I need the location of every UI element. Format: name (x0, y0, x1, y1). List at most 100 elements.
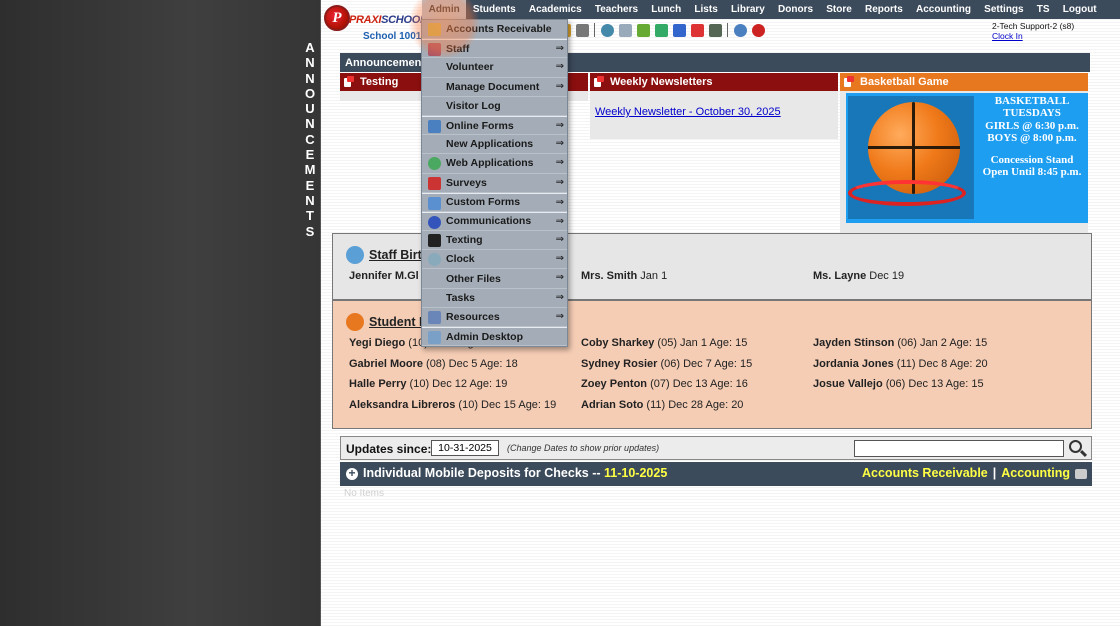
power-icon[interactable] (751, 23, 765, 37)
announcement-header[interactable]: Basketball Game (840, 73, 1088, 91)
resources-icon (428, 310, 441, 324)
flyer-line: Concession Stand (990, 154, 1074, 167)
birthday-name[interactable]: Gabriel Moore (349, 358, 423, 370)
menu-item-manage-document[interactable]: Manage Document ⇒ (422, 78, 567, 97)
submenu-arrow-icon: ⇒ (555, 43, 564, 55)
menu-item-staff[interactable]: Staff ⇒ (422, 39, 567, 59)
birthday-name[interactable]: Yegi Diego (349, 337, 405, 349)
deposit-links: Accounts Receivable | Accounting (862, 466, 1070, 480)
submenu-arrow-icon: ⇒ (555, 310, 564, 322)
nav-donors[interactable]: Donors (771, 0, 819, 19)
birthday-info: (06) Jan 2 Age: 15 (894, 337, 988, 349)
nav-library[interactable]: Library (724, 0, 771, 19)
menu-item-tasks[interactable]: Tasks ⇒ (422, 289, 567, 308)
help-icon[interactable] (733, 23, 747, 37)
birthday-name[interactable]: Aleksandra Libreros (349, 399, 455, 411)
flyer-line: GIRLS @ 6:30 p.m. (985, 119, 1079, 132)
menu-item-resources[interactable]: Resources ⇒ (422, 308, 567, 327)
vertical-announcements-label: ANNOUNCEMENTS (302, 40, 318, 239)
menu-item-label: Online Forms (446, 119, 514, 132)
birthday-name[interactable]: Jennifer M.Gl (349, 270, 419, 282)
person-icon[interactable] (575, 23, 589, 37)
birthday-name[interactable]: Coby Sharkey (581, 337, 654, 349)
vertical-letter: U (305, 101, 315, 117)
logo[interactable]: P PRAXISCHOOL School 1001 (323, 3, 427, 42)
ap-icon[interactable] (672, 23, 686, 37)
submenu-arrow-icon: ⇒ (555, 176, 564, 188)
printer-icon[interactable] (654, 23, 668, 37)
menu-item-label: Clock (446, 253, 475, 266)
submenu-arrow-icon: ⇒ (555, 119, 564, 131)
nav-students[interactable]: Students (466, 0, 522, 19)
menu-item-communications[interactable]: Communications ⇒ (422, 211, 567, 232)
app-window: P PRAXISCHOOL School 1001 Admin Students A… (320, 0, 1120, 626)
card-icon[interactable] (636, 23, 650, 37)
nav-accounting[interactable]: Accounting (909, 0, 977, 19)
nav-lists[interactable]: Lists (688, 0, 725, 19)
menu-item-surveys[interactable]: Surveys ⇒ (422, 174, 567, 193)
search-icon[interactable] (1068, 439, 1088, 459)
clock-in-link[interactable]: Clock In (992, 31, 1023, 41)
expand-plus-icon[interactable]: + (346, 467, 358, 480)
nav-logout[interactable]: Logout (1056, 0, 1103, 19)
menu-item-clock[interactable]: Clock ⇒ (422, 250, 567, 270)
announcement-panel-newsletters: Weekly Newsletters Weekly Newsletter - O… (590, 73, 838, 139)
menu-item-visitor-log[interactable]: Visitor Log (422, 97, 567, 116)
updates-bar: Updates since: (Change Dates to show pri… (340, 436, 1092, 460)
newsletter-link[interactable]: Weekly Newsletter - October 30, 2025 (595, 106, 781, 118)
menu-item-volunteer[interactable]: Volunteer ⇒ (422, 58, 567, 78)
announcement-title: Testing (360, 76, 399, 88)
nav-lunch[interactable]: Lunch (645, 0, 688, 19)
submenu-arrow-icon: ⇒ (555, 291, 564, 303)
toolbar-separator (727, 23, 728, 37)
link-separator: | (992, 466, 997, 480)
birthday-name[interactable]: Ms. Layne (813, 270, 866, 282)
birthday-info: (08) Dec 5 Age: 18 (422, 357, 518, 370)
birthday-name[interactable]: Mrs. Smith (581, 270, 637, 282)
nav-settings[interactable]: Settings (978, 0, 1031, 19)
updates-label: Updates since: (346, 442, 432, 456)
menu-item-new-applications[interactable]: New Applications ⇒ (422, 135, 567, 155)
clock-icon[interactable] (600, 23, 614, 37)
nav-reports[interactable]: Reports (858, 0, 909, 19)
menu-item-admin-desktop[interactable]: Admin Desktop (422, 327, 567, 347)
printer-icon[interactable] (1075, 469, 1087, 479)
accounts-receivable-link[interactable]: Accounts Receivable (862, 466, 988, 480)
birthday-info: (06) Dec 13 Age: 15 (882, 378, 984, 391)
birthday-entry: Ms. Layne Dec 19 (813, 270, 904, 282)
announcement-icon (344, 76, 354, 88)
menu-item-other-files[interactable]: Other Files ⇒ (422, 269, 567, 289)
nav-teachers[interactable]: Teachers (588, 0, 644, 19)
birthday-name[interactable]: Halle Perry (349, 378, 406, 390)
birthday-entry: Zoey Penton (07) Dec 13 Age: 16 (581, 378, 748, 390)
deposits-title[interactable]: Individual Mobile Deposits for Checks --… (363, 466, 667, 480)
menu-item-web-applications[interactable]: Web Applications ⇒ (422, 154, 567, 174)
nav-admin[interactable]: Admin (422, 0, 467, 19)
calendar-icon[interactable] (618, 23, 632, 37)
vertical-letter: N (305, 192, 315, 208)
birthday-name[interactable]: Josue Vallejo (813, 378, 883, 390)
menu-item-online-forms[interactable]: Online Forms ⇒ (422, 115, 567, 136)
birthday-name[interactable]: Sydney Rosier (581, 358, 657, 370)
user-info: 2-Tech Support-2 (s8) Clock In (992, 21, 1074, 41)
menu-item-custom-forms[interactable]: Custom Forms ⇒ (422, 192, 567, 212)
menu-item-accounts-receivable[interactable]: Accounts Receivable (422, 20, 567, 40)
menu-item-texting[interactable]: Texting ⇒ (422, 231, 567, 251)
announcement-header[interactable]: Weekly Newsletters (590, 73, 838, 91)
hoop-rim (848, 180, 966, 206)
accounting-link[interactable]: Accounting (1001, 466, 1070, 480)
nav-store[interactable]: Store (820, 0, 859, 19)
nav-academics[interactable]: Academics (522, 0, 588, 19)
birthday-entry: Jayden Stinson (06) Jan 2 Age: 15 (813, 337, 987, 349)
pdf-icon[interactable] (690, 23, 704, 37)
nav-ts[interactable]: TS (1030, 0, 1056, 19)
birthday-name[interactable]: Jayden Stinson (813, 337, 894, 349)
birthday-name[interactable]: Adrian Soto (581, 399, 643, 411)
updates-date-field[interactable] (431, 440, 499, 456)
mail-icon[interactable] (708, 23, 722, 37)
birthday-name[interactable]: Jordania Jones (813, 358, 894, 370)
birthday-info: (06) Dec 7 Age: 15 (657, 357, 753, 370)
birthday-name[interactable]: Zoey Penton (581, 378, 647, 390)
search-input[interactable] (854, 440, 1064, 457)
submenu-arrow-icon: ⇒ (555, 157, 564, 169)
